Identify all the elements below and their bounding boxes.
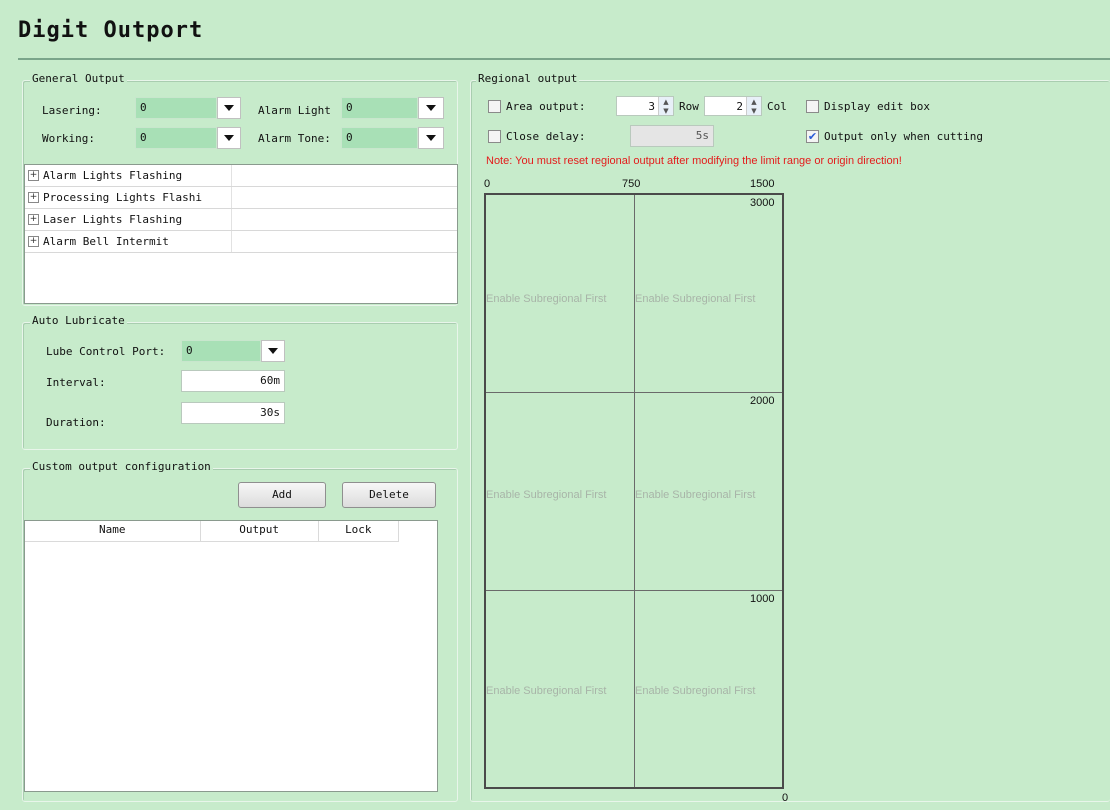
column-header-output[interactable]: Output bbox=[201, 521, 319, 541]
y-tick-label: 0 bbox=[782, 792, 789, 804]
y-tick-label: 2000 bbox=[750, 395, 775, 407]
chevron-down-icon bbox=[426, 135, 436, 141]
lasering-label: Lasering: bbox=[42, 104, 102, 117]
col-spinner[interactable]: 2 ▲ ▼ bbox=[704, 96, 762, 116]
grid-row-divider bbox=[486, 590, 782, 591]
y-tick-label: 3000 bbox=[750, 197, 775, 209]
regional-output-legend: Regional output bbox=[476, 72, 580, 85]
lasering-dropdown-button[interactable] bbox=[217, 97, 241, 119]
chevron-down-icon bbox=[224, 135, 234, 141]
plus-expand-icon[interactable]: + bbox=[28, 170, 39, 181]
area-output-label: Area output: bbox=[506, 100, 586, 113]
spin-up-icon[interactable]: ▲ bbox=[747, 97, 761, 106]
delete-button[interactable]: Delete bbox=[342, 482, 436, 508]
close-delay-checkbox[interactable] bbox=[488, 130, 501, 143]
tree-item[interactable]: + Alarm Bell Intermit bbox=[25, 231, 457, 253]
tree-item-label: Laser Lights Flashing bbox=[43, 213, 183, 226]
x-tick-label: 0 bbox=[484, 178, 491, 190]
tree-item-label: Alarm Lights Flashing bbox=[43, 169, 183, 182]
spin-up-icon[interactable]: ▲ bbox=[659, 97, 673, 106]
plus-expand-icon[interactable]: + bbox=[28, 192, 39, 203]
general-output-legend: General Output bbox=[30, 72, 127, 85]
region-cell-label[interactable]: Enable Subregional First bbox=[635, 489, 782, 501]
region-cell-label[interactable]: Enable Subregional First bbox=[635, 685, 782, 697]
lube-port-select[interactable]: 0 bbox=[181, 340, 261, 362]
display-edit-box-checkbox[interactable] bbox=[806, 100, 819, 113]
chevron-down-icon bbox=[268, 348, 278, 354]
warning-note: Note: You must reset regional output aft… bbox=[486, 155, 902, 167]
chevron-down-icon bbox=[426, 105, 436, 111]
title-divider bbox=[18, 58, 1110, 60]
close-delay-input[interactable]: 5s bbox=[630, 125, 714, 147]
add-button[interactable]: Add bbox=[238, 482, 326, 508]
y-tick-label: 1000 bbox=[750, 593, 775, 605]
auto-lubricate-legend: Auto Lubricate bbox=[30, 314, 127, 327]
region-cell-label[interactable]: Enable Subregional First bbox=[486, 489, 634, 501]
alarm-light-label: Alarm Light bbox=[258, 104, 331, 117]
row-label: Row bbox=[679, 100, 699, 113]
region-cell-label[interactable]: Enable Subregional First bbox=[486, 685, 634, 697]
alarm-light-dropdown-button[interactable] bbox=[418, 97, 444, 119]
chevron-down-icon bbox=[224, 105, 234, 111]
col-label: Col bbox=[767, 100, 787, 113]
table-header: Name Output Lock bbox=[25, 521, 399, 542]
column-header-lock[interactable]: Lock bbox=[319, 521, 399, 541]
interval-label: Interval: bbox=[46, 376, 106, 389]
working-label: Working: bbox=[42, 132, 95, 145]
lube-port-dropdown-button[interactable] bbox=[261, 340, 285, 362]
alarm-tone-dropdown-button[interactable] bbox=[418, 127, 444, 149]
working-dropdown-button[interactable] bbox=[217, 127, 241, 149]
tree-item[interactable]: + Processing Lights Flashi bbox=[25, 187, 457, 209]
tree-item[interactable]: + Laser Lights Flashing bbox=[25, 209, 457, 231]
x-tick-label: 1500 bbox=[750, 178, 775, 190]
alarm-tone-label: Alarm Tone: bbox=[258, 132, 331, 145]
close-delay-label: Close delay: bbox=[506, 130, 586, 143]
output-tree-list[interactable]: + Alarm Lights Flashing + Processing Light… bbox=[24, 164, 458, 304]
alarm-light-select[interactable]: 0 bbox=[341, 97, 418, 119]
checkmark-icon: ✔ bbox=[807, 130, 818, 143]
plus-expand-icon[interactable]: + bbox=[28, 236, 39, 247]
area-output-checkbox[interactable] bbox=[488, 100, 501, 113]
lube-port-label: Lube Control Port: bbox=[46, 345, 166, 358]
page-title: Digit Outport bbox=[18, 18, 204, 43]
duration-label: Duration: bbox=[46, 416, 106, 429]
plus-expand-icon[interactable]: + bbox=[28, 214, 39, 225]
output-only-cutting-label: Output only when cutting bbox=[824, 130, 983, 143]
output-only-cutting-checkbox[interactable]: ✔ bbox=[806, 130, 819, 143]
tree-item-label: Alarm Bell Intermit bbox=[43, 235, 169, 248]
custom-output-legend: Custom output configuration bbox=[30, 460, 213, 473]
display-edit-box-label: Display edit box bbox=[824, 100, 930, 113]
lasering-select[interactable]: 0 bbox=[135, 97, 217, 119]
tree-item[interactable]: + Alarm Lights Flashing bbox=[25, 165, 457, 187]
region-grid[interactable]: 3000 2000 1000 Enable Subregional First … bbox=[484, 193, 784, 789]
row-spinner[interactable]: 3 ▲ ▼ bbox=[616, 96, 674, 116]
interval-input[interactable]: 60m bbox=[181, 370, 285, 392]
alarm-tone-select[interactable]: 0 bbox=[341, 127, 418, 149]
tree-item-label: Processing Lights Flashi bbox=[43, 191, 202, 204]
spin-down-icon[interactable]: ▼ bbox=[659, 106, 673, 115]
column-header-name[interactable]: Name bbox=[25, 521, 201, 541]
row-value[interactable]: 3 bbox=[617, 100, 658, 113]
region-cell-label[interactable]: Enable Subregional First bbox=[486, 293, 634, 305]
custom-output-table[interactable]: Name Output Lock bbox=[24, 520, 438, 792]
region-cell-label[interactable]: Enable Subregional First bbox=[635, 293, 782, 305]
working-select[interactable]: 0 bbox=[135, 127, 217, 149]
grid-row-divider bbox=[486, 392, 782, 393]
x-tick-label: 750 bbox=[622, 178, 641, 190]
duration-input[interactable]: 30s bbox=[181, 402, 285, 424]
col-value[interactable]: 2 bbox=[705, 100, 746, 113]
spin-down-icon[interactable]: ▼ bbox=[747, 106, 761, 115]
